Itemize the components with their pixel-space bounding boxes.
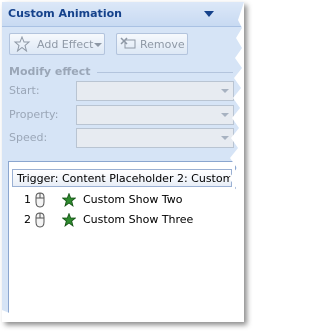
trigger-label: Trigger: Content Placeholder 2: Custom .…: [17, 172, 232, 185]
property-dropdown[interactable]: [76, 105, 234, 125]
mouse-click-icon: [35, 212, 45, 228]
remove-icon: [120, 37, 136, 49]
add-effect-star-icon: [13, 36, 31, 52]
mouse-click-icon: [35, 192, 45, 208]
list-item[interactable]: 1 Custom Show Two: [9, 190, 235, 210]
chevron-down-icon: [221, 89, 229, 93]
trigger-header[interactable]: Trigger: Content Placeholder 2: Custom .…: [12, 169, 232, 187]
chevron-down-icon: [221, 113, 229, 117]
section-divider: [97, 72, 233, 73]
modify-effect-heading: Modify effect: [9, 65, 91, 78]
start-label: Start:: [9, 84, 40, 97]
item-label: Custom Show Three: [83, 213, 194, 226]
list-item[interactable]: 2 Custom Show Three: [9, 210, 235, 230]
entrance-star-icon: [62, 193, 76, 207]
item-number: 1: [24, 193, 31, 206]
start-dropdown[interactable]: [76, 81, 234, 101]
remove-button[interactable]: Remove: [116, 33, 188, 55]
add-effect-button[interactable]: Add Effect: [9, 33, 105, 55]
entrance-star-icon: [62, 213, 76, 227]
pane-options-dropdown-icon[interactable]: [204, 11, 214, 17]
add-effect-label: Add Effect: [37, 38, 94, 51]
item-number: 2: [24, 213, 31, 226]
chevron-down-icon: [94, 43, 102, 47]
speed-dropdown[interactable]: [76, 128, 234, 148]
pane-title-bar: Custom Animation: [2, 2, 244, 27]
custom-animation-pane: Custom Animation Add Effect Remove Modif…: [2, 2, 244, 322]
speed-label: Speed:: [9, 131, 48, 144]
pane-title: Custom Animation: [8, 7, 122, 20]
item-label: Custom Show Two: [83, 193, 183, 206]
chevron-down-icon: [221, 136, 229, 140]
property-label: Property:: [9, 108, 59, 121]
remove-label: Remove: [140, 38, 185, 51]
effect-list: Trigger: Content Placeholder 2: Custom .…: [8, 161, 236, 322]
